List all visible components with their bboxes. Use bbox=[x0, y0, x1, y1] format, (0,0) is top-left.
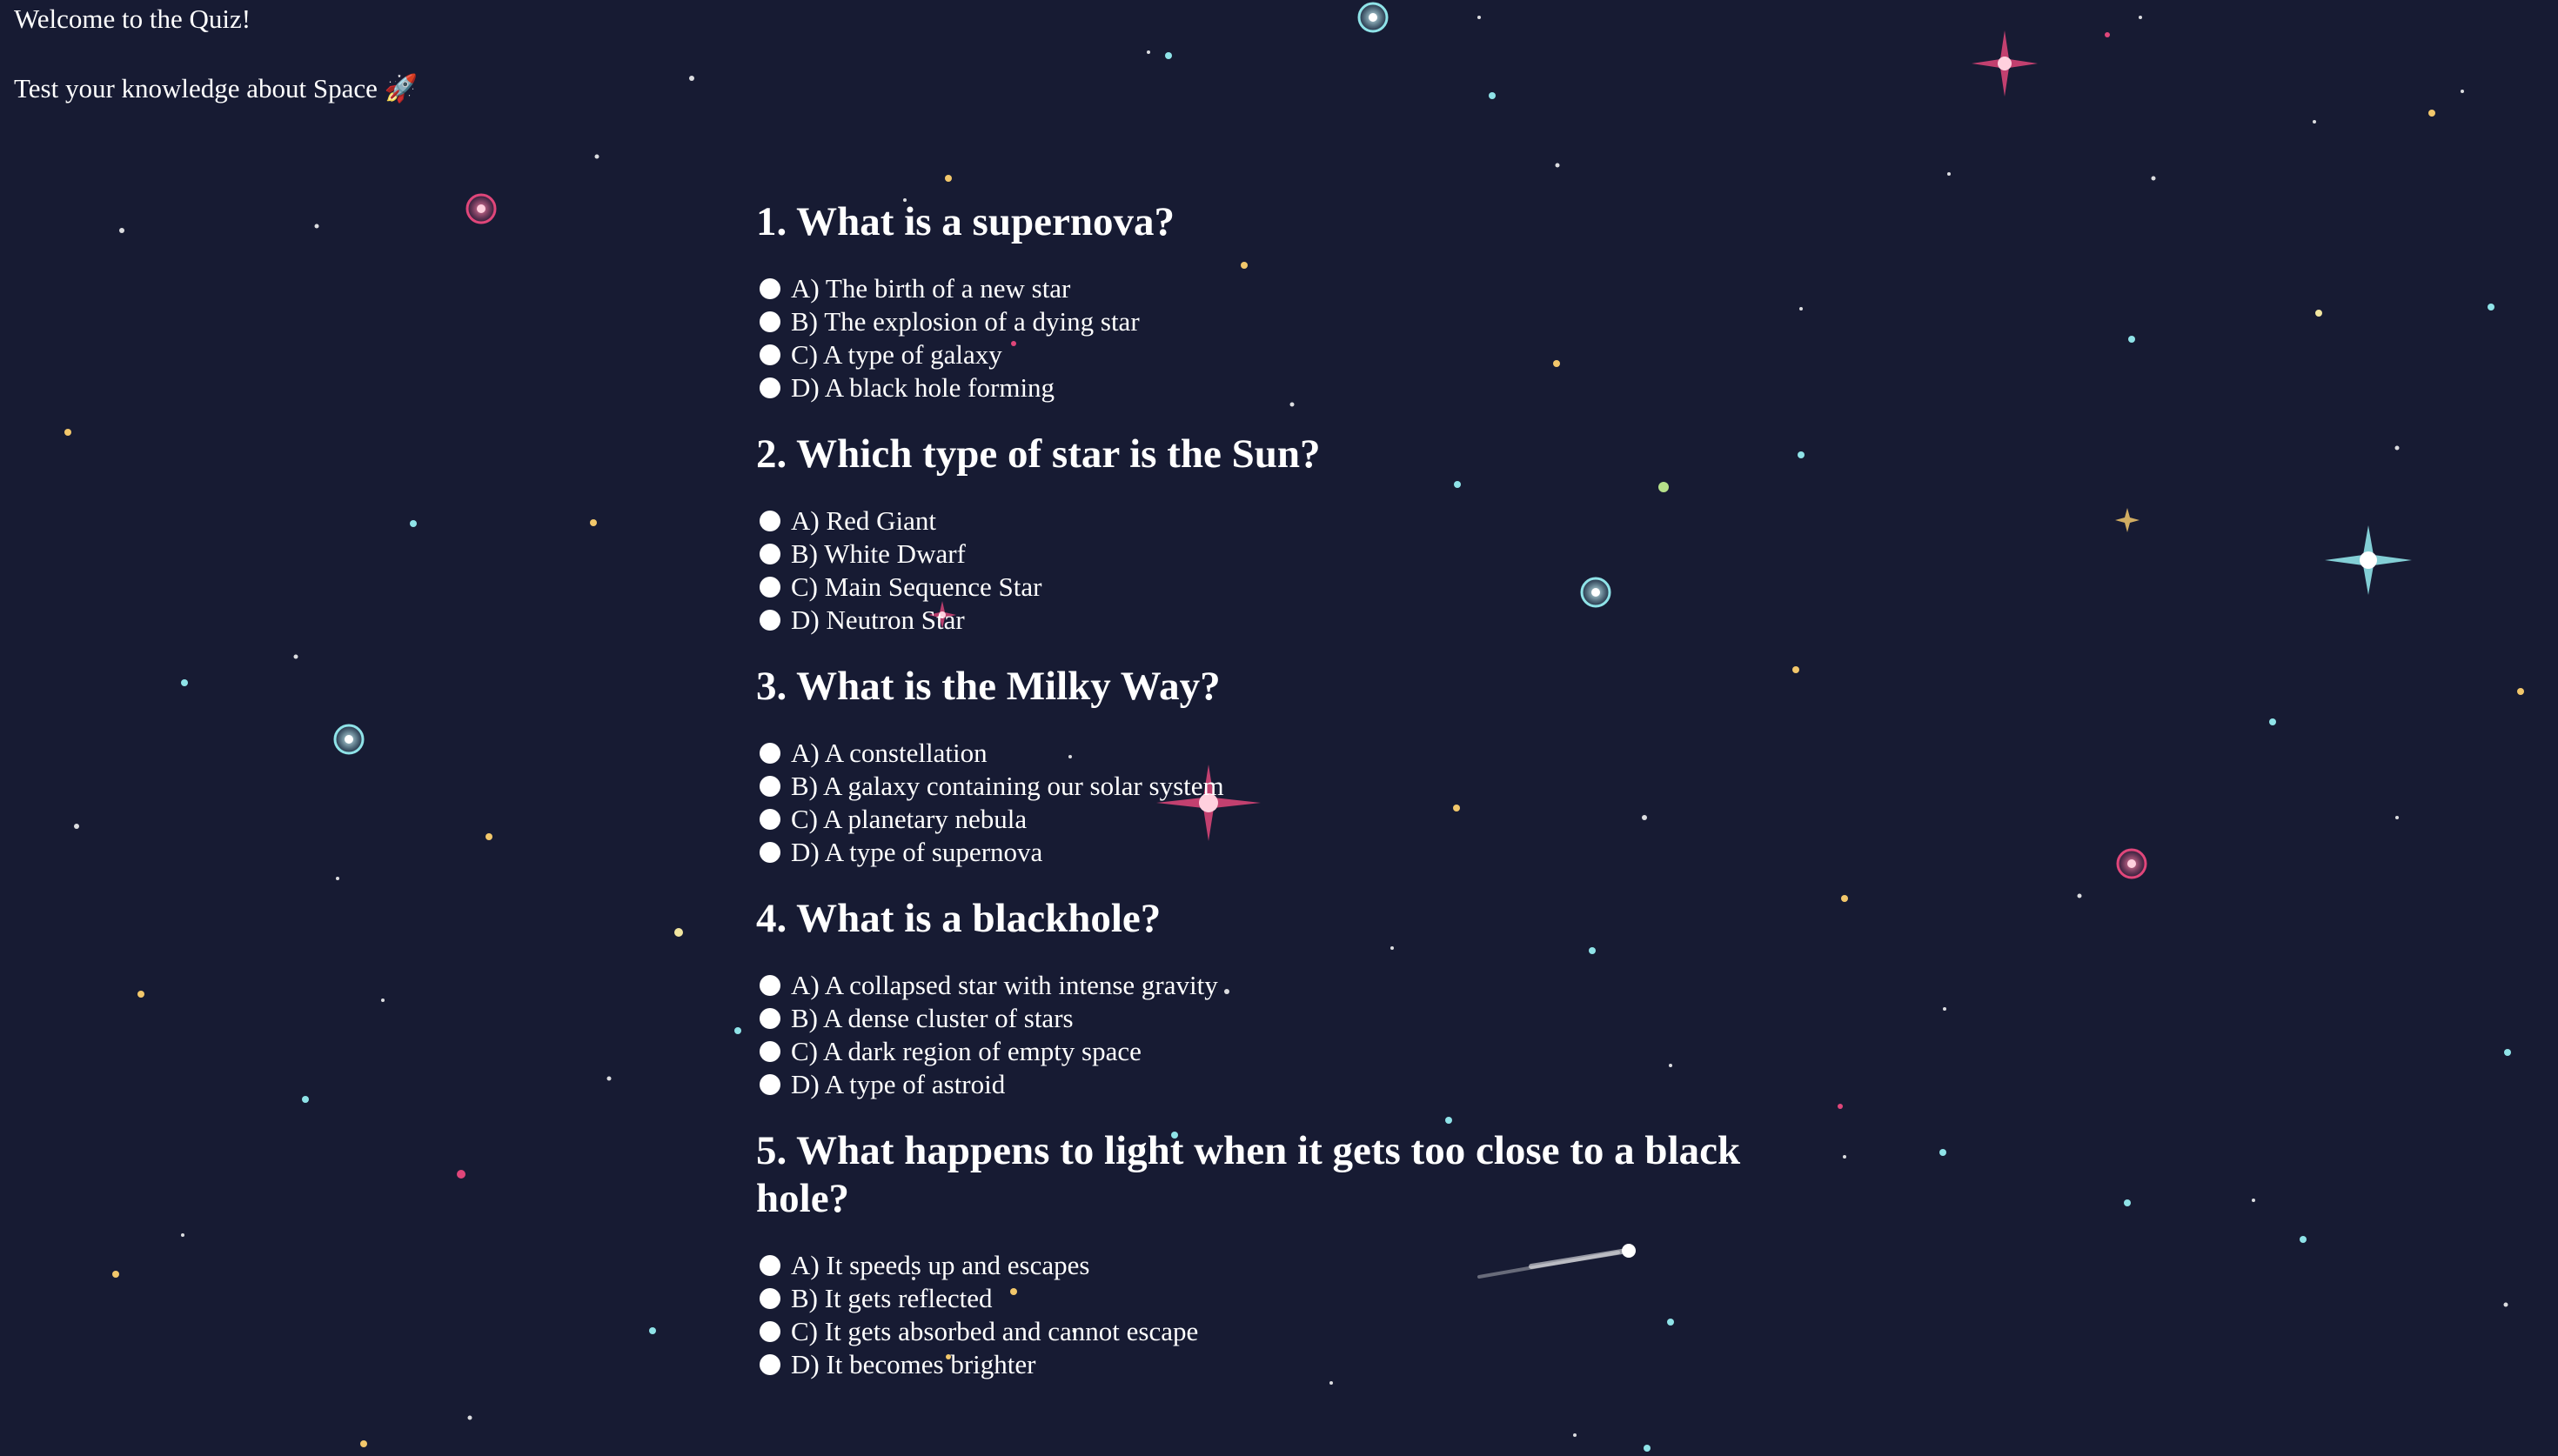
option-c[interactable]: C) Main Sequence Star bbox=[756, 571, 1783, 604]
radio-button[interactable] bbox=[760, 1255, 780, 1276]
option-label: B) A dense cluster of stars bbox=[791, 1003, 1074, 1033]
radio-button[interactable] bbox=[760, 311, 780, 332]
question-title: 3. What is the Milky Way? bbox=[756, 664, 1221, 709]
option-label: C) It gets absorbed and cannot escape bbox=[791, 1316, 1199, 1346]
quiz-header: Welcome to the Quiz! Test your knowledge… bbox=[14, 2, 418, 106]
question-title: 2. Which type of star is the Sun? bbox=[756, 431, 1321, 477]
option-b[interactable]: B) It gets reflected bbox=[756, 1282, 1783, 1315]
option-d[interactable]: D) A black hole forming bbox=[756, 371, 1783, 404]
option-label: D) Neutron Star bbox=[791, 604, 965, 635]
option-a[interactable]: A) The birth of a new star bbox=[756, 272, 1783, 305]
radio-button[interactable] bbox=[760, 743, 780, 764]
question-1: 1. What is a supernova? A) The birth of … bbox=[756, 198, 1783, 404]
option-b[interactable]: B) The explosion of a dying star bbox=[756, 305, 1783, 338]
option-label: A) A constellation bbox=[791, 738, 988, 768]
option-label: A) The birth of a new star bbox=[791, 273, 1071, 304]
options-list: A) It speeds up and escapes B) It gets r… bbox=[756, 1249, 1783, 1381]
option-d[interactable]: D) A type of astroid bbox=[756, 1068, 1783, 1101]
option-c[interactable]: C) A dark region of empty space bbox=[756, 1035, 1783, 1068]
radio-button[interactable] bbox=[760, 1354, 780, 1375]
option-b[interactable]: B) White Dwarf bbox=[756, 538, 1783, 571]
option-label: D) A black hole forming bbox=[791, 372, 1055, 403]
option-d[interactable]: D) It becomes brighter bbox=[756, 1348, 1783, 1381]
radio-button[interactable] bbox=[760, 1041, 780, 1062]
radio-button[interactable] bbox=[760, 377, 780, 398]
options-list: A) A collapsed star with intense gravity… bbox=[756, 969, 1783, 1101]
welcome-title: Welcome to the Quiz! bbox=[14, 3, 251, 34]
option-b[interactable]: B) A dense cluster of stars bbox=[756, 1002, 1783, 1035]
radio-button[interactable] bbox=[760, 975, 780, 996]
quiz-container: 1. What is a supernova? A) The birth of … bbox=[756, 198, 1783, 1407]
option-c[interactable]: C) It gets absorbed and cannot escape bbox=[756, 1315, 1783, 1348]
option-label: D) A type of astroid bbox=[791, 1069, 1006, 1099]
radio-button[interactable] bbox=[760, 809, 780, 830]
option-label: B) A galaxy containing our solar system bbox=[791, 771, 1224, 801]
options-list: A) The birth of a new star B) The explos… bbox=[756, 272, 1783, 404]
radio-button[interactable] bbox=[760, 544, 780, 564]
options-list: A) A constellation B) A galaxy containin… bbox=[756, 737, 1783, 869]
option-d[interactable]: D) Neutron Star bbox=[756, 604, 1783, 637]
question-title: 5. What happens to light when it gets to… bbox=[756, 1128, 1741, 1221]
question-title: 1. What is a supernova? bbox=[756, 199, 1175, 244]
option-a[interactable]: A) A collapsed star with intense gravity bbox=[756, 969, 1783, 1002]
option-label: C) A type of galaxy bbox=[791, 339, 1002, 370]
question-title: 4. What is a blackhole? bbox=[756, 896, 1162, 941]
option-label: D) It becomes brighter bbox=[791, 1349, 1036, 1379]
option-b[interactable]: B) A galaxy containing our solar system bbox=[756, 770, 1783, 803]
radio-button[interactable] bbox=[760, 776, 780, 797]
option-label: C) Main Sequence Star bbox=[791, 571, 1042, 602]
option-label: A) A collapsed star with intense gravity bbox=[791, 970, 1218, 1000]
option-d[interactable]: D) A type of supernova bbox=[756, 836, 1783, 869]
option-a[interactable]: A) It speeds up and escapes bbox=[756, 1249, 1783, 1282]
radio-button[interactable] bbox=[760, 842, 780, 863]
question-2: 2. Which type of star is the Sun? A) Red… bbox=[756, 431, 1783, 637]
question-3: 3. What is the Milky Way? A) A constella… bbox=[756, 663, 1783, 869]
option-a[interactable]: A) Red Giant bbox=[756, 504, 1783, 538]
radio-button[interactable] bbox=[760, 610, 780, 631]
option-label: A) It speeds up and escapes bbox=[791, 1250, 1090, 1280]
quiz-subtitle: Test your knowledge about Space 🚀 bbox=[14, 73, 419, 104]
radio-button[interactable] bbox=[760, 577, 780, 598]
option-c[interactable]: C) A planetary nebula bbox=[756, 803, 1783, 836]
option-label: A) Red Giant bbox=[791, 505, 937, 536]
radio-button[interactable] bbox=[760, 1008, 780, 1029]
radio-button[interactable] bbox=[760, 278, 780, 299]
option-label: C) A dark region of empty space bbox=[791, 1036, 1142, 1066]
option-c[interactable]: C) A type of galaxy bbox=[756, 338, 1783, 371]
radio-button[interactable] bbox=[760, 1074, 780, 1095]
radio-button[interactable] bbox=[760, 511, 780, 531]
option-label: C) A planetary nebula bbox=[791, 804, 1028, 834]
question-4: 4. What is a blackhole? A) A collapsed s… bbox=[756, 895, 1783, 1101]
radio-button[interactable] bbox=[760, 1321, 780, 1342]
option-label: B) White Dwarf bbox=[791, 538, 966, 569]
radio-button[interactable] bbox=[760, 344, 780, 365]
option-label: B) The explosion of a dying star bbox=[791, 306, 1140, 337]
option-a[interactable]: A) A constellation bbox=[756, 737, 1783, 770]
options-list: A) Red Giant B) White Dwarf C) Main Sequ… bbox=[756, 504, 1783, 637]
option-label: B) It gets reflected bbox=[791, 1283, 993, 1313]
radio-button[interactable] bbox=[760, 1288, 780, 1309]
option-label: D) A type of supernova bbox=[791, 837, 1043, 867]
question-5: 5. What happens to light when it gets to… bbox=[756, 1127, 1783, 1381]
